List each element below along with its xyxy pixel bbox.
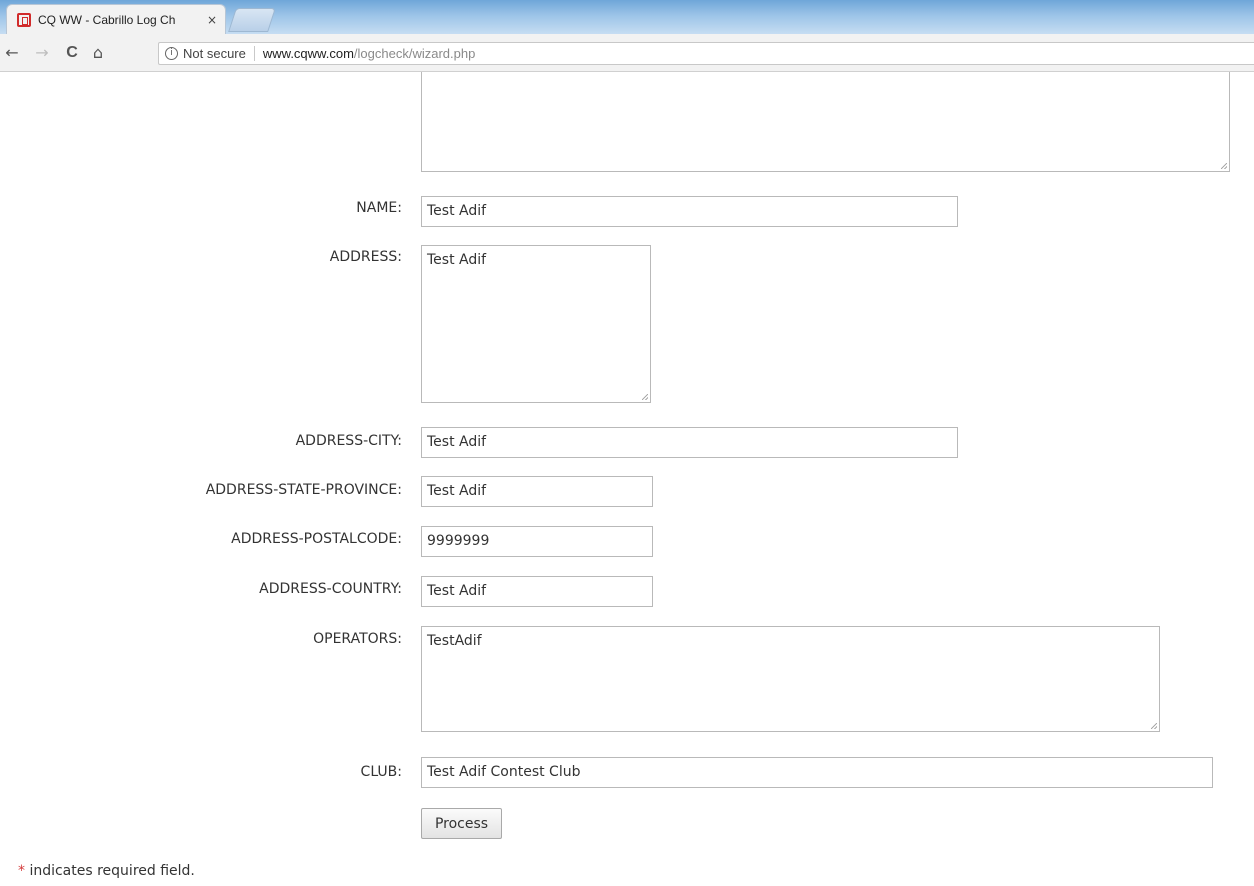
address-state-input[interactable]: Test Adif bbox=[421, 476, 653, 507]
back-arrow-icon[interactable]: ← bbox=[0, 43, 24, 62]
address-city-label: ADDRESS-CITY: bbox=[295, 433, 402, 449]
club-label: CLUB: bbox=[360, 764, 402, 780]
required-field-note: * indicates required field. bbox=[18, 863, 195, 879]
address-postalcode-input[interactable]: 9999999 bbox=[421, 526, 653, 557]
address-postalcode-label: ADDRESS-POSTALCODE: bbox=[231, 531, 402, 547]
name-input[interactable]: Test Adif bbox=[421, 196, 958, 227]
browser-tab[interactable]: CQ WW - Cabrillo Log Ch × bbox=[6, 4, 226, 34]
page-content: NAME: Test Adif ADDRESS: Test Adif ADDRE… bbox=[0, 72, 1254, 886]
browser-toolbar: ← → C ⌂ i Not secure www.cqww.com /logch… bbox=[0, 34, 1254, 72]
omnibox-divider bbox=[253, 46, 255, 61]
process-button[interactable]: Process bbox=[421, 808, 502, 839]
reload-icon[interactable]: C bbox=[60, 44, 84, 62]
address-country-label: ADDRESS-COUNTRY: bbox=[259, 581, 402, 597]
soapbox-textarea[interactable] bbox=[421, 72, 1230, 172]
club-input[interactable]: Test Adif Contest Club bbox=[421, 757, 1213, 788]
address-country-input[interactable]: Test Adif bbox=[421, 576, 653, 607]
address-city-input[interactable]: Test Adif bbox=[421, 427, 958, 458]
operators-textarea[interactable]: TestAdif bbox=[421, 626, 1160, 732]
address-state-label: ADDRESS-STATE-PROVINCE: bbox=[205, 482, 402, 498]
tab-close-icon[interactable]: × bbox=[207, 13, 217, 27]
address-textarea[interactable]: Test Adif bbox=[421, 245, 651, 403]
required-note-text: indicates required field. bbox=[25, 863, 195, 879]
name-label: NAME: bbox=[356, 200, 402, 216]
security-status[interactable]: Not secure bbox=[183, 46, 246, 61]
forward-arrow-icon[interactable]: → bbox=[30, 43, 54, 62]
site-favicon-icon bbox=[17, 12, 31, 27]
address-label: ADDRESS: bbox=[329, 249, 402, 265]
required-asterisk: * bbox=[18, 863, 25, 879]
address-bar[interactable]: i Not secure www.cqww.com /logcheck/wiza… bbox=[158, 42, 1254, 65]
url-host: www.cqww.com bbox=[262, 46, 354, 61]
new-tab-button[interactable] bbox=[228, 8, 276, 32]
operators-label: OPERATORS: bbox=[313, 631, 402, 647]
url-path: /logcheck/wizard.php bbox=[353, 46, 476, 61]
home-icon[interactable]: ⌂ bbox=[86, 43, 110, 62]
tab-strip: CQ WW - Cabrillo Log Ch × bbox=[0, 0, 1254, 34]
info-icon[interactable]: i bbox=[165, 47, 178, 60]
tab-title: CQ WW - Cabrillo Log Ch bbox=[38, 12, 176, 27]
